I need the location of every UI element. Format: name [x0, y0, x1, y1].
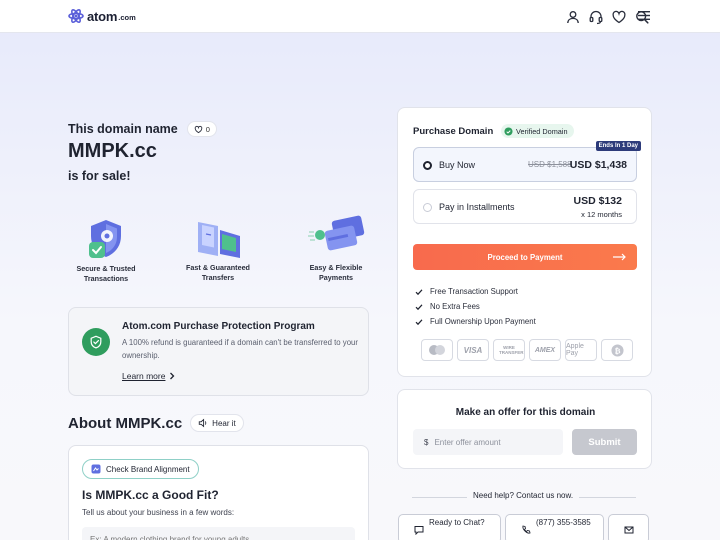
domain-eyebrow-row: This domain name 0: [68, 121, 217, 137]
benefit-item: Full Ownership Upon Payment: [415, 314, 536, 329]
wire-transfer-icon: WIRE TRANSFER: [493, 339, 525, 361]
chevron-right-icon: [170, 372, 175, 380]
make-offer-card: Make an offer for this domain $ Enter of…: [397, 389, 652, 469]
user-icon[interactable]: [565, 9, 581, 25]
verified-label: Verified Domain: [516, 126, 568, 136]
check-circle-icon: [504, 126, 513, 136]
feature-payments: Easy & Flexible Payments: [291, 214, 381, 283]
submit-offer-button[interactable]: Submit: [572, 429, 637, 455]
benefit-item: No Extra Fees: [415, 299, 536, 314]
mastercard-icon: [421, 339, 453, 361]
learn-more-label: Learn more: [122, 371, 166, 381]
check-icon: [415, 288, 423, 295]
buy-now-price: USD $1,438: [569, 159, 627, 171]
protection-title: Atom.com Purchase Protection Program: [122, 321, 315, 332]
buy-now-label: Buy Now: [439, 160, 476, 170]
hear-it-button[interactable]: Hear it: [190, 414, 244, 432]
feature-label: Easy & Flexible Payments: [309, 263, 363, 282]
brand-icon: [91, 464, 101, 474]
feature-secure: Secure & Trusted Transactions: [61, 217, 151, 284]
sale-status: is for sale!: [68, 169, 131, 183]
installments-option[interactable]: Pay in Installments USD $132 x 12 months: [413, 189, 637, 224]
benefits-list: Free Transaction Support No Extra Fees F…: [415, 284, 536, 329]
phone-label: (877) 355-3585: [536, 518, 591, 527]
like-button[interactable]: 0: [186, 121, 217, 137]
mail-icon: [624, 526, 634, 534]
help-text: Need help? Contact us now.: [467, 491, 580, 500]
logo-text: atom: [87, 8, 118, 24]
atom-logo-icon: [68, 9, 84, 23]
installments-price: USD $132: [573, 195, 622, 207]
verified-badge: Verified Domain: [501, 124, 574, 138]
offer-placeholder: Enter offer amount: [434, 437, 501, 447]
like-count: 0: [205, 124, 210, 134]
old-price: USD $1,588: [528, 160, 572, 169]
amex-icon: AMEX: [529, 339, 561, 361]
speaker-icon: [198, 418, 207, 428]
domain-name: MMPK.cc: [68, 140, 157, 162]
chat-icon: [414, 526, 424, 535]
about-row: About MMPK.cc Hear it: [68, 414, 244, 432]
protection-text: A 100% refund is guaranteed if a domain …: [122, 338, 358, 360]
installments-months: x 12 months: [581, 210, 622, 219]
payment-methods: VISA WIRE TRANSFER AMEX Apple Pay ₿: [421, 339, 633, 361]
feature-transfer: Fast & Guaranteed Transfers: [173, 216, 263, 283]
chat-button[interactable]: Ready to Chat?: [398, 514, 501, 540]
atom-logo[interactable]: atom .com: [68, 8, 136, 24]
transfer-icon: [198, 222, 240, 258]
phone-button[interactable]: (877) 355-3585: [505, 514, 604, 540]
phone-icon: [522, 525, 531, 534]
installments-label: Pay in Installments: [439, 202, 515, 212]
svg-text:₿: ₿: [614, 346, 620, 355]
feature-label: Secure & Trusted Transactions: [76, 264, 136, 283]
hear-it-label: Hear it: [212, 418, 236, 428]
installments-radio[interactable]: [423, 203, 432, 212]
check-icon: [415, 303, 423, 310]
business-description-input[interactable]: [82, 527, 355, 540]
visa-icon: VISA: [457, 339, 489, 361]
learn-more-link[interactable]: Learn more: [122, 371, 175, 381]
fit-title: Is MMPK.cc a Good Fit?: [82, 488, 219, 502]
proceed-to-payment-button[interactable]: Proceed to Payment: [413, 244, 637, 270]
bitcoin-icon: ₿: [601, 339, 633, 361]
purchase-title: Purchase Domain: [413, 126, 494, 137]
arrow-right-icon: [613, 253, 626, 261]
buy-now-radio[interactable]: [423, 161, 432, 170]
logo-tld: .com: [118, 13, 136, 22]
top-navbar: atom .com: [0, 0, 720, 33]
ends-badge: Ends In 1 Day: [595, 141, 641, 151]
shield-icon: [82, 328, 110, 356]
brand-fit-card: Check Brand Alignment Is MMPK.cc a Good …: [68, 445, 369, 540]
feature-label: Fast & Guaranteed Transfers: [186, 263, 250, 282]
purchase-card: Purchase Domain Verified Domain Ends In …: [397, 107, 652, 377]
heart-icon: [194, 125, 202, 133]
offer-amount-input[interactable]: $ Enter offer amount: [413, 429, 563, 455]
proceed-label: Proceed to Payment: [487, 252, 563, 262]
headset-icon[interactable]: [588, 9, 604, 25]
apple-pay-icon: Apple Pay: [565, 339, 597, 361]
heart-icon[interactable]: [611, 9, 627, 25]
about-title: About MMPK.cc: [68, 414, 183, 432]
offer-title: Make an offer for this domain: [455, 407, 596, 418]
menu-icon[interactable]: [638, 10, 650, 21]
chat-label: Ready to Chat?: [429, 518, 485, 527]
shield-check-icon: [89, 220, 121, 258]
benefit-item: Free Transaction Support: [415, 284, 536, 299]
buy-now-option[interactable]: Ends In 1 Day Buy Now USD $1,588 USD $1,…: [413, 141, 641, 182]
fit-subtitle: Tell us about your business in a few wor…: [82, 508, 235, 517]
cards-icon: [308, 215, 365, 251]
check-icon: [415, 318, 423, 325]
purchase-protection-card: Atom.com Purchase Protection Program A 1…: [68, 307, 369, 396]
brand-pill-label: Check Brand Alignment: [106, 464, 190, 474]
currency-symbol: $: [424, 437, 429, 447]
eyebrow-text: This domain name: [68, 122, 178, 136]
check-brand-alignment-tag: Check Brand Alignment: [82, 459, 199, 479]
email-button[interactable]: [608, 514, 649, 540]
